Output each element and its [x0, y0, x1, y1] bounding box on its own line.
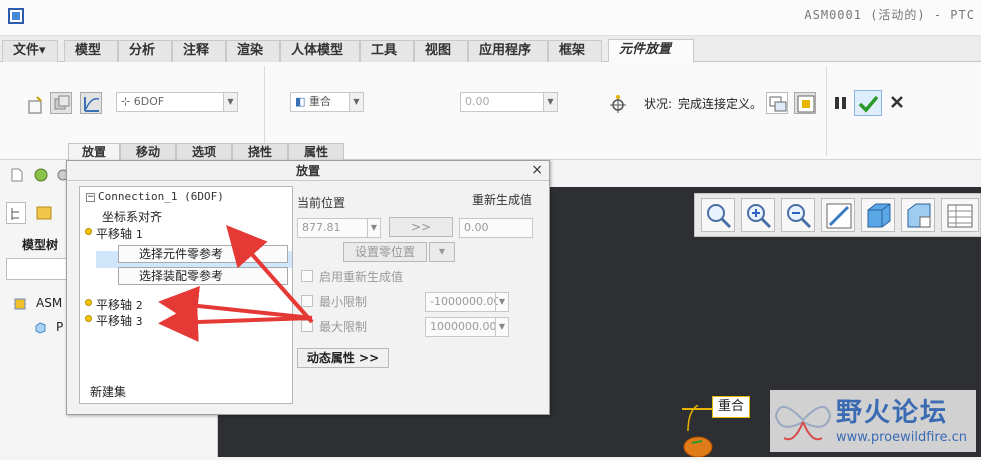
annotation-arrows	[158, 225, 314, 343]
watermark-url: www.proewildfire.cn	[836, 430, 967, 445]
watermark-title: 野火论坛	[836, 398, 949, 428]
arrow-to-axis-2	[158, 286, 313, 326]
arrow-to-axis-3	[158, 302, 313, 343]
arrow-to-axis-1	[226, 225, 314, 324]
butterfly-logo-icon	[774, 406, 832, 441]
